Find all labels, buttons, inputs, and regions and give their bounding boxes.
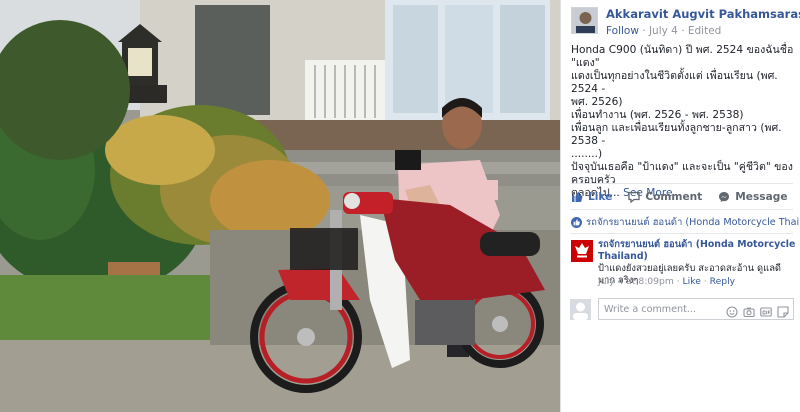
edited-label[interactable]: Edited (688, 25, 721, 37)
post-text-line: Honda C900 (นันทิดา) ปี พศ. 2524 ของฉันช… (571, 44, 794, 69)
comment-like-link[interactable]: Like (683, 276, 701, 287)
comment-icon (628, 191, 640, 204)
post-photo[interactable] (0, 0, 560, 412)
author-name[interactable]: Akkaravit Augvit Pakhamsarasri (606, 7, 800, 21)
comment-meta: July 4 at 8:09pm · Like · Reply (598, 276, 735, 287)
comment-item: รถจักรยานยนต์ ฮอนด้า (Honda Motorcycle T… (571, 239, 797, 290)
messenger-icon (718, 191, 730, 203)
like-button[interactable]: Like (571, 191, 612, 203)
message-label: Message (735, 191, 788, 203)
honda-logo-avatar[interactable] (571, 240, 593, 262)
comment-author[interactable]: รถจักรยานยนต์ ฮอนด้า (Honda Motorcycle T… (598, 239, 795, 262)
divider (571, 183, 793, 184)
post-text-line: เพื่อนลูก และเพื่อนเรียนทั้งลูกชาย-ลูกสา… (571, 122, 782, 147)
post-actions: Like Comment Message (571, 189, 793, 205)
composer-tools (721, 303, 789, 318)
post-text-line: ........) (571, 148, 603, 160)
sticker-icon[interactable] (777, 303, 789, 318)
comment-input[interactable] (599, 299, 723, 319)
motorcycle-photo (0, 0, 560, 412)
comment-reply-link[interactable]: Reply (710, 276, 735, 287)
follow-link[interactable]: Follow (606, 25, 639, 37)
like-label: Like (588, 191, 613, 203)
gif-icon[interactable] (760, 303, 772, 317)
comment-label: Comment (645, 191, 703, 203)
comment-dot: · (673, 276, 683, 287)
post-text-line: พศ. 2526) (571, 96, 623, 108)
emoji-icon[interactable] (726, 303, 738, 318)
post-side-panel: Akkaravit Augvit Pakhamsarasri Follow · … (560, 0, 800, 412)
camera-icon[interactable] (743, 303, 755, 318)
post-text: Honda C900 (นันทิดา) ปี พศ. 2524 ของฉันช… (571, 44, 797, 200)
comment-dot: · (700, 276, 710, 287)
divider (571, 209, 793, 210)
author-avatar[interactable] (571, 7, 598, 34)
post-text-line: เพื่อนทำงาน (พศ. 2526 - พศ. 2538) (571, 109, 744, 121)
divider (571, 233, 793, 234)
post-text-line: แดงเป็นทุกอย่างในชีวิตตั้งแต่ เพื่อนเรีย… (571, 70, 778, 95)
meta-separator: · (677, 25, 688, 37)
like-reaction-icon (571, 216, 582, 228)
post-date[interactable]: July 4 (649, 25, 678, 37)
viewer-avatar (570, 299, 591, 320)
thumbs-up-icon (571, 191, 583, 203)
reaction-names[interactable]: รถจักรยานยนต์ ฮอนด้า (Honda Motorcycle T… (586, 215, 800, 230)
meta-separator: · (638, 25, 649, 37)
reaction-summary[interactable]: รถจักรยานยนต์ ฮอนด้า (Honda Motorcycle T… (571, 215, 800, 229)
comment-button[interactable]: Comment (628, 191, 703, 204)
comment-time[interactable]: July 4 at 8:09pm (598, 276, 674, 287)
post-header: Akkaravit Augvit Pakhamsarasri Follow · … (571, 6, 800, 38)
post-meta: Follow · July 4 · Edited (606, 25, 721, 37)
comment-composer (598, 298, 794, 320)
message-button[interactable]: Message (718, 191, 788, 203)
